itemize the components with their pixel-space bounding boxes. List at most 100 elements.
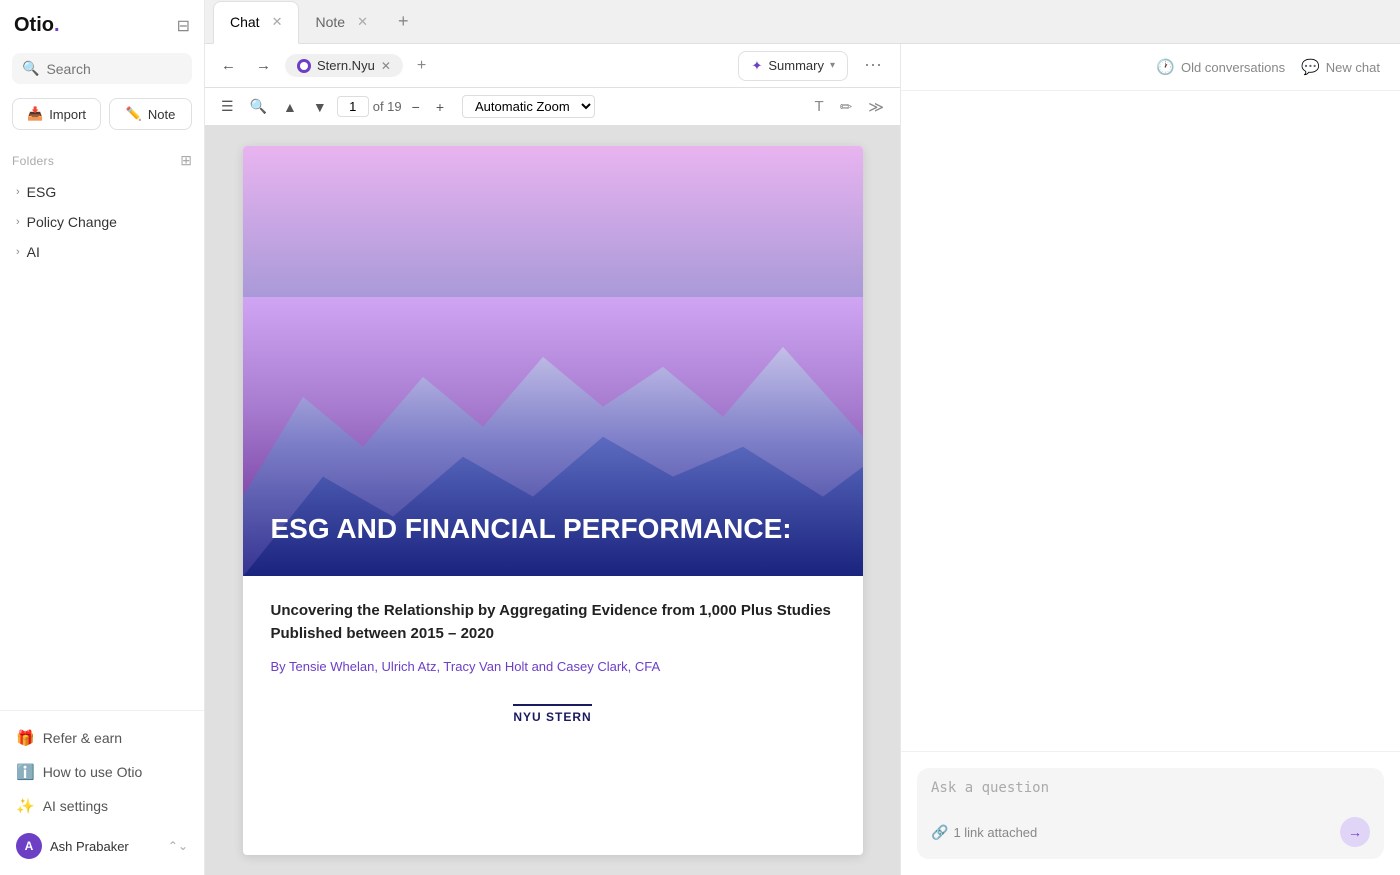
sparkle-icon: ✨ (16, 797, 35, 815)
pdf-nav-tools: T ✏ ≫ (809, 95, 890, 119)
info-icon: ℹ️ (16, 763, 35, 781)
history-icon: 🕐 (1156, 58, 1175, 76)
how-to-label: How to use Otio (43, 764, 143, 780)
sidebar-item-ai-settings[interactable]: ✨ AI settings (12, 789, 192, 823)
pdf-subtitle: Uncovering the Relationship by Aggregati… (271, 600, 835, 645)
user-name: Ash Prabaker (50, 839, 168, 854)
pdf-page: ESG AND FINANCIAL PERFORMANCE: Uncoverin… (243, 146, 863, 855)
sidebar: Otio. ⊟ 🔍 📥 Import ✏️ Note Folders ⊞ › E… (0, 0, 205, 875)
sidebar-actions: 📥 Import ✏️ Note (0, 94, 204, 142)
pdf-back-button[interactable]: ← (215, 54, 242, 77)
pdf-expand-icon[interactable]: ≫ (862, 95, 890, 119)
pdf-draw-tool-icon[interactable]: ✏ (834, 95, 859, 119)
gift-icon: 🎁 (16, 729, 35, 747)
tab-add-button[interactable]: + (390, 7, 417, 36)
pdf-content-area[interactable]: ESG AND FINANCIAL PERFORMANCE: Uncoverin… (205, 126, 900, 875)
pdf-toolbar: ← → Stern.Nyu ✕ + ✦ Summary ▾ ⋯ (205, 44, 900, 88)
chat-input-footer: 🔗 1 link attached → (931, 817, 1370, 847)
note-label: Note (148, 107, 175, 122)
refer-label: Refer & earn (43, 730, 122, 746)
tab-chat-close-icon[interactable]: ✕ (272, 14, 283, 30)
pdf-zoom-out-button[interactable]: − (406, 96, 426, 118)
folders-label: Folders (12, 154, 54, 168)
search-input[interactable] (46, 61, 182, 77)
sidebar-item-refer[interactable]: 🎁 Refer & earn (12, 721, 192, 755)
pdf-cover-image: ESG AND FINANCIAL PERFORMANCE: (243, 146, 863, 576)
pdf-text-tool-icon[interactable]: T (809, 95, 830, 118)
note-icon: ✏️ (126, 106, 142, 122)
chat-input-box: 🔗 1 link attached → (917, 768, 1384, 859)
pdf-search-icon[interactable]: 🔍 (244, 95, 273, 118)
sidebar-user: A Ash Prabaker ⌃⌄ (12, 823, 192, 865)
chat-panel: 🕐 Old conversations 💬 New chat 🔗 (900, 44, 1400, 875)
summary-dropdown-icon: ▾ (830, 60, 835, 71)
folder-name-esg: ESG (27, 184, 57, 200)
pdf-body: Uncovering the Relationship by Aggregati… (243, 576, 863, 758)
tab-chat[interactable]: Chat ✕ (213, 1, 299, 44)
folder-name-policy: Policy Change (27, 214, 117, 230)
summary-label: Summary (768, 58, 824, 73)
import-icon: 📥 (27, 106, 43, 122)
new-chat-button[interactable]: 💬 New chat (1301, 58, 1380, 76)
old-conversations-button[interactable]: 🕐 Old conversations (1156, 58, 1285, 76)
pdf-cover-title: ESG AND FINANCIAL PERFORMANCE: (271, 512, 835, 546)
pdf-nav-bar: ☰ 🔍 ▲ ▼ of 19 − + Automatic Zoom 50% 75%… (205, 88, 900, 126)
tab-note[interactable]: Note ✕ (299, 0, 383, 43)
old-conversations-label: Old conversations (1181, 60, 1285, 75)
pdf-tab-add-button[interactable]: + (411, 55, 432, 77)
attached-count: 1 link attached (953, 825, 1037, 840)
chat-attached-label: 🔗 1 link attached (931, 824, 1037, 841)
folder-item-ai[interactable]: › AI (12, 237, 192, 267)
pdf-next-page-button[interactable]: ▼ (307, 96, 333, 118)
more-options-button[interactable]: ⋯ (856, 53, 890, 78)
pdf-footer-logo-area: NYU STERN (271, 694, 835, 734)
sidebar-toggle-button[interactable]: ⊟ (177, 16, 190, 36)
tab-note-close-icon[interactable]: ✕ (357, 14, 368, 30)
import-label: Import (49, 107, 86, 122)
star-icon: ✦ (751, 58, 762, 74)
folder-item-policy[interactable]: › Policy Change (12, 207, 192, 237)
sidebar-bottom: 🎁 Refer & earn ℹ️ How to use Otio ✨ AI s… (0, 710, 204, 875)
user-chevron-icon[interactable]: ⌃⌄ (168, 839, 188, 853)
sidebar-logo: Otio. ⊟ (0, 0, 204, 47)
ai-settings-label: AI settings (43, 798, 108, 814)
chevron-right-icon: › (16, 246, 20, 258)
folder-item-esg[interactable]: › ESG (12, 177, 192, 207)
pdf-tab-close-icon[interactable]: ✕ (381, 59, 391, 73)
note-button[interactable]: ✏️ Note (109, 98, 192, 130)
chat-send-button[interactable]: → (1340, 817, 1370, 847)
chevron-right-icon: › (16, 216, 20, 228)
chat-input-area: 🔗 1 link attached → (901, 751, 1400, 875)
pdf-zoom-select[interactable]: Automatic Zoom 50% 75% 100% 125% 150% (462, 95, 595, 118)
link-icon: 🔗 (931, 824, 948, 841)
pdf-document-tab[interactable]: Stern.Nyu ✕ (285, 54, 403, 77)
chat-bubble-icon: 💬 (1301, 58, 1320, 76)
tab-chat-label: Chat (230, 14, 260, 30)
chat-header: 🕐 Old conversations 💬 New chat (901, 44, 1400, 91)
pdf-page-total: of 19 (373, 99, 402, 114)
search-container: 🔍 (12, 53, 192, 84)
folder-add-icon[interactable]: ⊞ (180, 152, 192, 169)
pdf-tab-name: Stern.Nyu (317, 58, 375, 73)
pdf-page-input[interactable] (337, 96, 369, 117)
pdf-authors: By Tensie Whelan, Ulrich Atz, Tracy Van … (271, 659, 835, 674)
pdf-tab-dot-inner (300, 62, 308, 70)
folders-header: Folders ⊞ (12, 152, 192, 169)
pdf-tab-dot (297, 59, 311, 73)
pdf-viewer: ← → Stern.Nyu ✕ + ✦ Summary ▾ ⋯ (205, 44, 900, 875)
app-logo: Otio. (14, 14, 60, 37)
sidebar-item-how-to[interactable]: ℹ️ How to use Otio (12, 755, 192, 789)
chat-input[interactable] (931, 780, 1370, 804)
pdf-forward-button[interactable]: → (250, 54, 277, 77)
logo-dot: . (54, 14, 60, 36)
main-area: Chat ✕ Note ✕ + ← → Stern.Nyu ✕ (205, 0, 1400, 875)
chat-body (901, 91, 1400, 751)
import-button[interactable]: 📥 Import (12, 98, 101, 130)
folders-section: Folders ⊞ › ESG › Policy Change › AI (0, 142, 204, 273)
pdf-zoom-in-button[interactable]: + (430, 96, 450, 118)
avatar: A (16, 833, 42, 859)
pdf-prev-page-button[interactable]: ▲ (277, 96, 303, 118)
pdf-sidebar-toggle-icon[interactable]: ☰ (215, 95, 240, 118)
summary-button[interactable]: ✦ Summary ▾ (738, 51, 848, 81)
pdf-footer-text: NYU STERN (513, 704, 591, 724)
